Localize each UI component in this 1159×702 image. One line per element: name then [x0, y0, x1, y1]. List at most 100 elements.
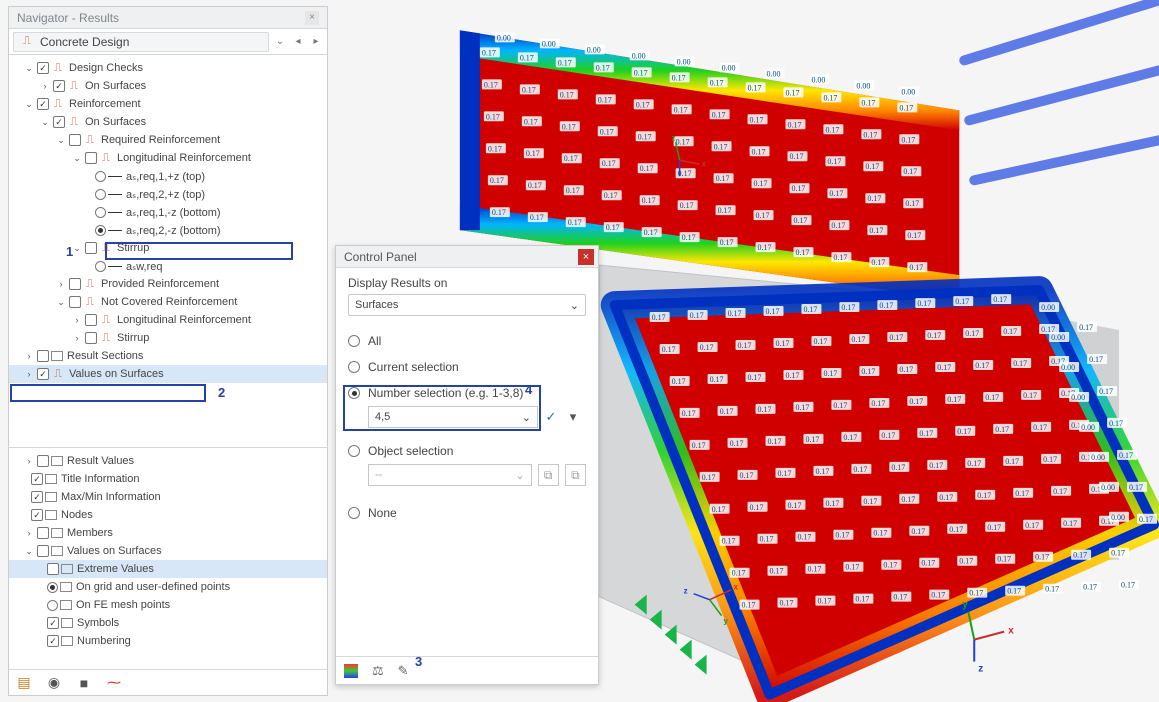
expand-icon[interactable]: ⌄ — [23, 98, 35, 110]
checkbox[interactable] — [47, 635, 59, 647]
checkbox[interactable] — [37, 98, 49, 110]
opt-current[interactable]: Current selection — [348, 354, 586, 380]
checkbox[interactable] — [85, 314, 97, 326]
expand-icon[interactable]: ⌄ — [55, 134, 67, 146]
tree-design-checks[interactable]: ⌄ Design Checks — [9, 59, 327, 77]
radio[interactable] — [348, 335, 360, 347]
expand-icon[interactable]: › — [23, 350, 35, 362]
ltree-extreme[interactable]: Extreme Values — [9, 560, 327, 578]
eye-icon[interactable]: ◉ — [45, 674, 63, 692]
ltree-maxmin[interactable]: Max/Min Information — [9, 488, 327, 506]
radio[interactable] — [95, 225, 106, 236]
ltree-symbols[interactable]: Symbols — [9, 614, 327, 632]
close-icon[interactable]: × — [305, 11, 319, 25]
checkbox[interactable] — [85, 152, 97, 164]
tree-provided[interactable]: › Provided Reinforcement — [9, 275, 327, 293]
checkbox[interactable] — [37, 350, 49, 362]
tree-on-surfaces-2[interactable]: ⌄ On Surfaces — [9, 113, 327, 131]
opt-none[interactable]: None — [348, 500, 586, 526]
checkbox[interactable] — [69, 278, 81, 290]
expand-icon[interactable]: › — [55, 278, 67, 290]
tree-on-surfaces-1[interactable]: › On Surfaces — [9, 77, 327, 95]
camera-icon[interactable]: ■ — [75, 674, 93, 692]
radio[interactable] — [47, 582, 58, 593]
curve-icon[interactable]: ⁓ — [105, 674, 123, 692]
tree-reinforcement[interactable]: ⌄ Reinforcement — [9, 95, 327, 113]
navigator-module-select[interactable]: Concrete Design — [13, 32, 269, 52]
chevron-down-icon[interactable]: ▾ — [564, 408, 582, 426]
checkbox[interactable] — [37, 545, 49, 557]
ltree-onfe[interactable]: On FE mesh points — [9, 596, 327, 614]
checkbox[interactable] — [37, 368, 49, 380]
checkbox[interactable] — [31, 509, 43, 521]
radio[interactable] — [348, 507, 360, 519]
tree-item-asreq1top[interactable]: aₛ,req,1,+z (top) — [9, 167, 327, 185]
expand-icon[interactable]: ⌄ — [71, 152, 83, 164]
number-input[interactable]: 4,5 ⌄ — [368, 406, 538, 428]
checkbox[interactable] — [37, 62, 49, 74]
tree-item-asw[interactable]: aₛw,req — [9, 257, 327, 275]
expand-icon[interactable]: ⌄ — [55, 296, 67, 308]
expand-icon[interactable]: › — [71, 314, 83, 326]
checkbox[interactable] — [85, 332, 97, 344]
close-icon[interactable]: × — [578, 249, 594, 265]
confirm-icon[interactable]: ✓ — [542, 408, 560, 426]
opt-object[interactable]: Object selection — [348, 438, 586, 464]
pick2-icon[interactable]: ⧉ — [565, 464, 586, 486]
ltree-numbering[interactable]: Numbering — [9, 632, 327, 650]
tree-longitudinal[interactable]: ⌄ Longitudinal Reinforcement — [9, 149, 327, 167]
checkbox[interactable] — [31, 473, 43, 485]
opt-number[interactable]: Number selection (e.g. 1-3,8) — [348, 380, 586, 406]
checkbox[interactable] — [37, 455, 49, 467]
checkbox[interactable] — [53, 80, 65, 92]
checkbox[interactable] — [47, 563, 59, 575]
pick-icon[interactable]: ⧉ — [538, 464, 559, 486]
expand-icon[interactable]: › — [39, 80, 51, 92]
tree-item-asreq2top[interactable]: aₛ,req,2,+z (top) — [9, 185, 327, 203]
tree-stirrup[interactable]: ⌄ Stirrup — [9, 239, 327, 257]
ltree-vos[interactable]: ⌄ Values on Surfaces — [9, 542, 327, 560]
nav-prev-icon[interactable]: ◂ — [291, 35, 305, 49]
tree-notcovered[interactable]: ⌄ Not Covered Reinforcement — [9, 293, 327, 311]
radio[interactable] — [348, 387, 360, 399]
layers-icon[interactable]: ▤ — [15, 674, 33, 692]
factor-icon[interactable]: ✎ — [398, 663, 409, 679]
checkbox[interactable] — [47, 617, 59, 629]
checkbox[interactable] — [69, 134, 81, 146]
radio[interactable] — [95, 189, 106, 200]
scale-icon[interactable]: ⚖ — [372, 663, 384, 679]
ltree-members[interactable]: › Members — [9, 524, 327, 542]
tree-result-sections[interactable]: › Result Sections — [9, 347, 327, 365]
tree-stirrup2[interactable]: › Stirrup — [9, 329, 327, 347]
chevron-down-icon[interactable]: ⌄ — [273, 35, 287, 49]
radio[interactable] — [47, 600, 58, 611]
tree-values-on-surfaces[interactable]: › Values on Surfaces — [9, 365, 327, 383]
checkbox[interactable] — [37, 527, 49, 539]
expand-icon[interactable]: ⌄ — [23, 62, 35, 74]
expand-icon[interactable]: › — [71, 332, 83, 344]
expand-icon[interactable]: › — [23, 368, 35, 380]
tree-item-asreq1bot[interactable]: aₛ,req,1,-z (bottom) — [9, 203, 327, 221]
tree-required[interactable]: ⌄ Required Reinforcement — [9, 131, 327, 149]
palette-icon[interactable] — [344, 664, 358, 678]
expand-icon[interactable]: ⌄ — [39, 116, 51, 128]
radio[interactable] — [95, 171, 106, 182]
checkbox[interactable] — [69, 296, 81, 308]
checkbox[interactable] — [31, 491, 43, 503]
ltree-ongrid[interactable]: On grid and user-defined points — [9, 578, 327, 596]
ltree-result-values[interactable]: › Result Values — [9, 452, 327, 470]
navigator-tree[interactable]: ⌄ Design Checks › On Surfaces ⌄ Reinforc… — [9, 55, 327, 669]
radio[interactable] — [348, 361, 360, 373]
opt-all[interactable]: All — [348, 328, 586, 354]
radio[interactable] — [95, 261, 106, 272]
checkbox[interactable] — [53, 116, 65, 128]
checkbox[interactable] — [85, 242, 97, 254]
ltree-nodes[interactable]: Nodes — [9, 506, 327, 524]
radio[interactable] — [95, 207, 106, 218]
nav-next-icon[interactable]: ▸ — [309, 35, 323, 49]
ltree-title-info[interactable]: Title Information — [9, 470, 327, 488]
surfaces-select[interactable]: Surfaces ⌄ — [348, 294, 586, 316]
tree-long2[interactable]: › Longitudinal Reinforcement — [9, 311, 327, 329]
tree-item-asreq2bot[interactable]: aₛ,req,2,-z (bottom) — [9, 221, 327, 239]
radio[interactable] — [348, 445, 360, 457]
